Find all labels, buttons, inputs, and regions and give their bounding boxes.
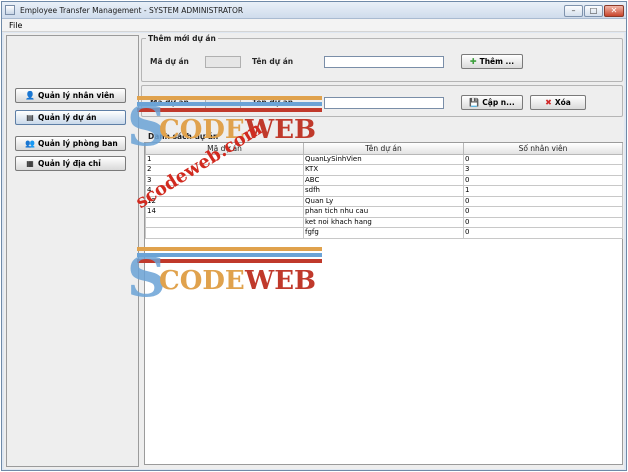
menu-bar: File [2, 19, 626, 32]
table-cell: Quan Ly [303, 195, 464, 207]
minimize-button[interactable]: – [564, 5, 583, 17]
close-button[interactable]: ✕ [604, 5, 624, 17]
table-cell: KTX [303, 164, 464, 176]
sidebar-item-projects[interactable]: ▤ Quản lý dự án [15, 110, 126, 125]
content-area: 👤 Quản lý nhân viên ▤ Quản lý dự án 👥 Quản … [4, 33, 624, 469]
person-icon: 👤 [25, 91, 35, 100]
table-cell: ABC [303, 174, 464, 186]
edit-project-name-input[interactable] [324, 97, 444, 109]
table-cell: 0 [463, 206, 623, 218]
table-cell: 12 [145, 195, 304, 207]
list-panel-title: Danh sách dự án [146, 132, 221, 141]
table-cell: 0 [463, 216, 623, 228]
table-cell: ket noi khach hang [303, 216, 464, 228]
sidebar-item-label: Quản lý dự án [38, 113, 97, 122]
table-cell [145, 227, 304, 239]
table-cell: 1 [145, 153, 304, 165]
main-panel: Thêm mới dự án Mã dự án Tên dự án ✚ Thêm … [141, 34, 623, 467]
plus-icon: ✚ [469, 57, 477, 66]
app-icon [5, 5, 15, 15]
add-project-name-label: Tên dự án [252, 57, 294, 66]
table-header-row: Mã dự án Tên dự án Số nhân viên [145, 143, 623, 155]
table-cell: 0 [463, 195, 623, 207]
table-row[interactable]: 12 Quan Ly 0 [145, 195, 623, 207]
sidebar-item-label: Quản lý phòng ban [38, 139, 118, 148]
add-project-name-input[interactable] [324, 56, 444, 68]
edit-project-id-field [205, 97, 241, 109]
edit-project-name-label: Tên dự án [252, 98, 294, 107]
table-cell: 3 [463, 164, 623, 176]
add-project-id-field [205, 56, 241, 68]
table-row[interactable]: 4 sdfh 1 [145, 185, 623, 197]
table-cell: fgfg [303, 227, 464, 239]
table-cell: 2 [145, 164, 304, 176]
add-project-id-label: Mã dự án [150, 57, 189, 66]
table-row[interactable]: 3 ABC 0 [145, 174, 623, 186]
table-row[interactable]: ket noi khach hang 0 [145, 216, 623, 228]
delete-project-button[interactable]: ✖ Xóa [530, 95, 586, 110]
table-row[interactable]: fgfg 0 [145, 227, 623, 239]
add-project-button[interactable]: ✚ Thêm ... [461, 54, 523, 69]
sidebar-item-label: Quản lý nhân viên [38, 91, 115, 100]
column-header-project-id[interactable]: Mã dự án [145, 143, 304, 155]
title-bar[interactable]: Employee Transfer Management - SYSTEM AD… [2, 2, 626, 19]
delete-button-label: Xóa [554, 98, 571, 107]
edit-project-panel: Mã dự án Tên dự án 💾 Cập n... ✖ Xóa [141, 85, 623, 117]
table-row[interactable]: 14 phan tich nhu cau 0 [145, 206, 623, 218]
update-project-button[interactable]: 💾 Cập n... [461, 95, 523, 110]
add-project-panel: Thêm mới dự án Mã dự án Tên dự án ✚ Thêm … [141, 34, 623, 82]
menu-file[interactable]: File [9, 21, 22, 30]
edit-project-id-label: Mã dự án [150, 98, 189, 107]
window-title: Employee Transfer Management - SYSTEM AD… [20, 6, 244, 15]
app-window: Employee Transfer Management - SYSTEM AD… [1, 1, 627, 471]
table-row[interactable]: 1 QuanLySinhVien 0 [145, 153, 623, 165]
group-icon: 👥 [25, 139, 35, 148]
table-cell: 0 [463, 227, 623, 239]
table-cell: 1 [463, 185, 623, 197]
add-panel-title: Thêm mới dự án [146, 34, 218, 43]
table-cell: 0 [463, 174, 623, 186]
save-icon: 💾 [469, 98, 480, 107]
table-cell: 3 [145, 174, 304, 186]
table-cell: phan tich nhu cau [303, 206, 464, 218]
table-cell: 0 [463, 153, 623, 165]
sidebar-item-departments[interactable]: 👥 Quản lý phòng ban [15, 136, 126, 151]
column-header-project-name[interactable]: Tên dự án [303, 143, 464, 155]
project-icon: ▤ [26, 113, 34, 122]
sidebar: 👤 Quản lý nhân viên ▤ Quản lý dự án 👥 Quản … [6, 35, 139, 467]
table-cell [145, 216, 304, 228]
maximize-button[interactable]: □ [584, 5, 603, 17]
update-button-label: Cập n... [482, 98, 515, 107]
sidebar-item-employees[interactable]: 👤 Quản lý nhân viên [15, 88, 126, 103]
sidebar-item-addresses[interactable]: ▦ Quản lý địa chỉ [15, 156, 126, 171]
table-cell: QuanLySinhVien [303, 153, 464, 165]
address-icon: ▦ [26, 159, 34, 168]
delete-icon: ✖ [545, 98, 552, 107]
project-table[interactable]: Mã dự án Tên dự án Số nhân viên 1 QuanLyS… [144, 142, 623, 465]
column-header-employee-count[interactable]: Số nhân viên [463, 143, 623, 155]
table-cell: 14 [145, 206, 304, 218]
table-row[interactable]: 2 KTX 3 [145, 164, 623, 176]
table-cell: sdfh [303, 185, 464, 197]
sidebar-item-label: Quản lý địa chỉ [38, 159, 101, 168]
table-cell: 4 [145, 185, 304, 197]
add-button-label: Thêm ... [479, 57, 515, 66]
